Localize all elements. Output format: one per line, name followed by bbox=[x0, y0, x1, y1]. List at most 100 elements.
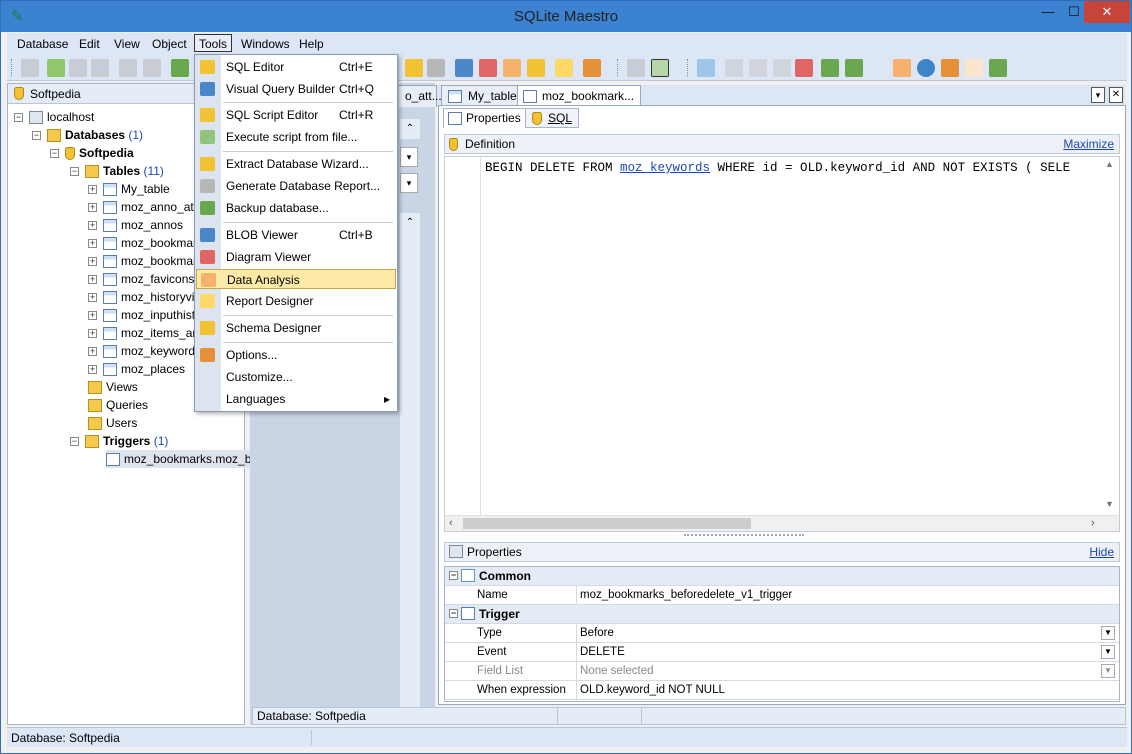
nav-group-header[interactable]: ⌃ bbox=[400, 119, 420, 139]
update-icon[interactable] bbox=[989, 59, 1007, 77]
tools-menu-item-customize[interactable]: Customize... bbox=[196, 367, 396, 387]
tree-triggers[interactable]: − Triggers (1) bbox=[70, 432, 168, 450]
nav-group-header-2[interactable]: ⌃ bbox=[400, 213, 420, 233]
scroll-right-icon[interactable]: › bbox=[1091, 517, 1095, 529]
scroll-left-icon[interactable]: ‹ bbox=[449, 517, 453, 529]
home-icon[interactable] bbox=[893, 59, 911, 77]
tools-menu-item-sql-editor[interactable]: SQL Editor Ctrl+E bbox=[196, 57, 396, 77]
edit-object-icon[interactable] bbox=[69, 59, 87, 77]
tools-menu-item-generate-database-report[interactable]: Generate Database Report... bbox=[196, 176, 396, 196]
tree-users[interactable]: Users bbox=[88, 414, 137, 432]
scroll-thumb[interactable] bbox=[463, 518, 751, 529]
prop-row-when[interactable]: When expression OLD.keyword_id NOT NULL bbox=[445, 681, 1119, 700]
new-window-icon[interactable] bbox=[697, 59, 715, 77]
tree-tables[interactable]: − Tables (11) bbox=[70, 162, 164, 180]
menu-tools[interactable]: Tools bbox=[194, 34, 233, 52]
splitter-grip[interactable] bbox=[684, 534, 804, 538]
back-icon[interactable] bbox=[821, 59, 839, 77]
forward-icon[interactable] bbox=[845, 59, 863, 77]
subtab-properties[interactable]: Properties bbox=[443, 108, 528, 128]
horizontal-scrollbar[interactable]: ‹ › bbox=[445, 515, 1119, 531]
close-button[interactable]: ✕ bbox=[1084, 1, 1130, 23]
close-window-icon[interactable] bbox=[795, 59, 813, 77]
prop-type-value[interactable]: Before bbox=[580, 624, 614, 642]
tile-horizontal-icon[interactable] bbox=[749, 59, 767, 77]
tile-vertical-icon[interactable] bbox=[773, 59, 791, 77]
tools-menu-item-visual-query-builder[interactable]: Visual Query Builder Ctrl+Q bbox=[196, 79, 396, 99]
tree-table-item[interactable]: + moz_places bbox=[88, 360, 185, 378]
tree-table-item[interactable]: + moz_items_an bbox=[88, 324, 199, 342]
hide-link[interactable]: Hide bbox=[1089, 543, 1114, 561]
tools-menu-item-schema-designer[interactable]: Schema Designer bbox=[196, 318, 396, 338]
tree-table-item[interactable]: + My_table bbox=[88, 180, 170, 198]
tree-table-item[interactable]: + moz_annos bbox=[88, 216, 183, 234]
diagram-viewer-icon[interactable] bbox=[479, 59, 497, 77]
doc-tab-anno[interactable]: o_att... bbox=[399, 85, 442, 107]
subtab-sql[interactable]: SQL bbox=[525, 108, 580, 128]
tree-databases[interactable]: − Databases (1) bbox=[32, 126, 143, 144]
filter-icon[interactable] bbox=[627, 59, 645, 77]
menu-help[interactable]: Help bbox=[295, 35, 328, 53]
refresh-icon[interactable] bbox=[21, 59, 39, 77]
tree-views[interactable]: Views bbox=[88, 378, 138, 396]
disconnect-icon[interactable] bbox=[143, 59, 161, 77]
tools-menu-item-extract-database-wizard[interactable]: Extract Database Wizard... bbox=[196, 154, 396, 174]
chevron-down-icon[interactable]: ▼ bbox=[1101, 664, 1115, 678]
tree-filter-icon[interactable] bbox=[651, 59, 669, 77]
menu-database[interactable]: Database bbox=[13, 35, 72, 53]
delete-object-icon[interactable] bbox=[91, 59, 109, 77]
maximize-link[interactable]: Maximize bbox=[1063, 135, 1114, 153]
tree-trigger-item[interactable]: moz_bookmarks.moz_bo bbox=[106, 450, 261, 468]
register-db-icon[interactable] bbox=[171, 59, 189, 77]
sql-definition-editor[interactable]: BEGIN DELETE FROM moz_keywords WHERE id … bbox=[444, 156, 1120, 532]
doc-tab-mytable[interactable]: My_table bbox=[441, 85, 524, 107]
tools-menu-item-execute-script-from-file[interactable]: Execute script from file... bbox=[196, 127, 396, 147]
scroll-down-icon[interactable]: ▼ bbox=[1105, 499, 1114, 509]
prop-row-type[interactable]: Type Before ▼ bbox=[445, 624, 1119, 643]
vertical-scrollbar[interactable]: ▲ ▼ bbox=[1101, 157, 1119, 515]
report-designer-icon[interactable] bbox=[527, 59, 545, 77]
prop-row-name[interactable]: Name moz_bookmarks_beforedelete_v1_trigg… bbox=[445, 586, 1119, 605]
tools-menu-item-options[interactable]: Options... bbox=[196, 345, 396, 365]
menu-view[interactable]: View bbox=[110, 35, 144, 53]
tabs-dropdown-button[interactable]: ▾ bbox=[1091, 87, 1105, 103]
collapse-icon[interactable]: − bbox=[449, 571, 458, 580]
tree-table-item[interactable]: + moz_historyvis bbox=[88, 288, 200, 306]
prop-row-event[interactable]: Event DELETE ▼ bbox=[445, 643, 1119, 662]
prop-event-value[interactable]: DELETE bbox=[580, 643, 625, 661]
menu-object[interactable]: Object bbox=[148, 35, 191, 53]
tools-menu-item-sql-script-editor[interactable]: SQL Script Editor Ctrl+R bbox=[196, 105, 396, 125]
tools-menu-item-languages[interactable]: Languages ▸ bbox=[196, 389, 396, 409]
nav-select-2[interactable]: ▾ bbox=[400, 173, 418, 193]
tools-menu-item-data-analysis[interactable]: Data Analysis bbox=[196, 269, 396, 289]
support-icon[interactable] bbox=[941, 59, 959, 77]
section-trigger[interactable]: − Trigger bbox=[445, 605, 1119, 624]
doc-tab-trigger[interactable]: moz_bookmark... bbox=[517, 85, 642, 107]
data-analysis-icon[interactable] bbox=[503, 59, 521, 77]
blob-viewer-icon[interactable] bbox=[455, 59, 473, 77]
menu-edit[interactable]: Edit bbox=[75, 35, 104, 53]
tools-menu-item-diagram-viewer[interactable]: Diagram Viewer bbox=[196, 247, 396, 267]
trigger-code[interactable]: BEGIN DELETE FROM moz_keywords WHERE id … bbox=[485, 161, 1070, 175]
prop-row-field-list[interactable]: Field List None selected ▼ bbox=[445, 662, 1119, 681]
tree-table-item[interactable]: + moz_inputhisto bbox=[88, 306, 202, 324]
scroll-up-icon[interactable]: ▲ bbox=[1105, 159, 1114, 169]
nav-select-1[interactable]: ▾ bbox=[400, 147, 418, 167]
options-icon[interactable] bbox=[583, 59, 601, 77]
mail-icon[interactable] bbox=[965, 59, 983, 77]
tree-database-softpedia[interactable]: − Softpedia bbox=[50, 144, 134, 162]
cascade-icon[interactable] bbox=[725, 59, 743, 77]
close-tab-button[interactable]: ✕ bbox=[1109, 87, 1123, 103]
section-common[interactable]: − Common bbox=[445, 567, 1119, 586]
tools-menu-item-backup-database[interactable]: Backup database... bbox=[196, 198, 396, 218]
tools-menu-item-blob-viewer[interactable]: BLOB Viewer Ctrl+B bbox=[196, 225, 396, 245]
tools-menu-item-report-designer[interactable]: Report Designer bbox=[196, 291, 396, 311]
prop-when-value[interactable]: OLD.keyword_id NOT NULL bbox=[580, 681, 725, 699]
schema-designer-icon[interactable] bbox=[555, 59, 573, 77]
chevron-down-icon[interactable]: ▼ bbox=[1101, 645, 1115, 659]
menu-windows[interactable]: Windows bbox=[237, 35, 294, 53]
tree-table-item[interactable]: + moz_keywords bbox=[88, 342, 201, 360]
add-object-icon[interactable] bbox=[47, 59, 65, 77]
tree-table-item[interactable]: + moz_bookmark bbox=[88, 234, 203, 252]
tree-table-item[interactable]: + moz_favicons bbox=[88, 270, 194, 288]
